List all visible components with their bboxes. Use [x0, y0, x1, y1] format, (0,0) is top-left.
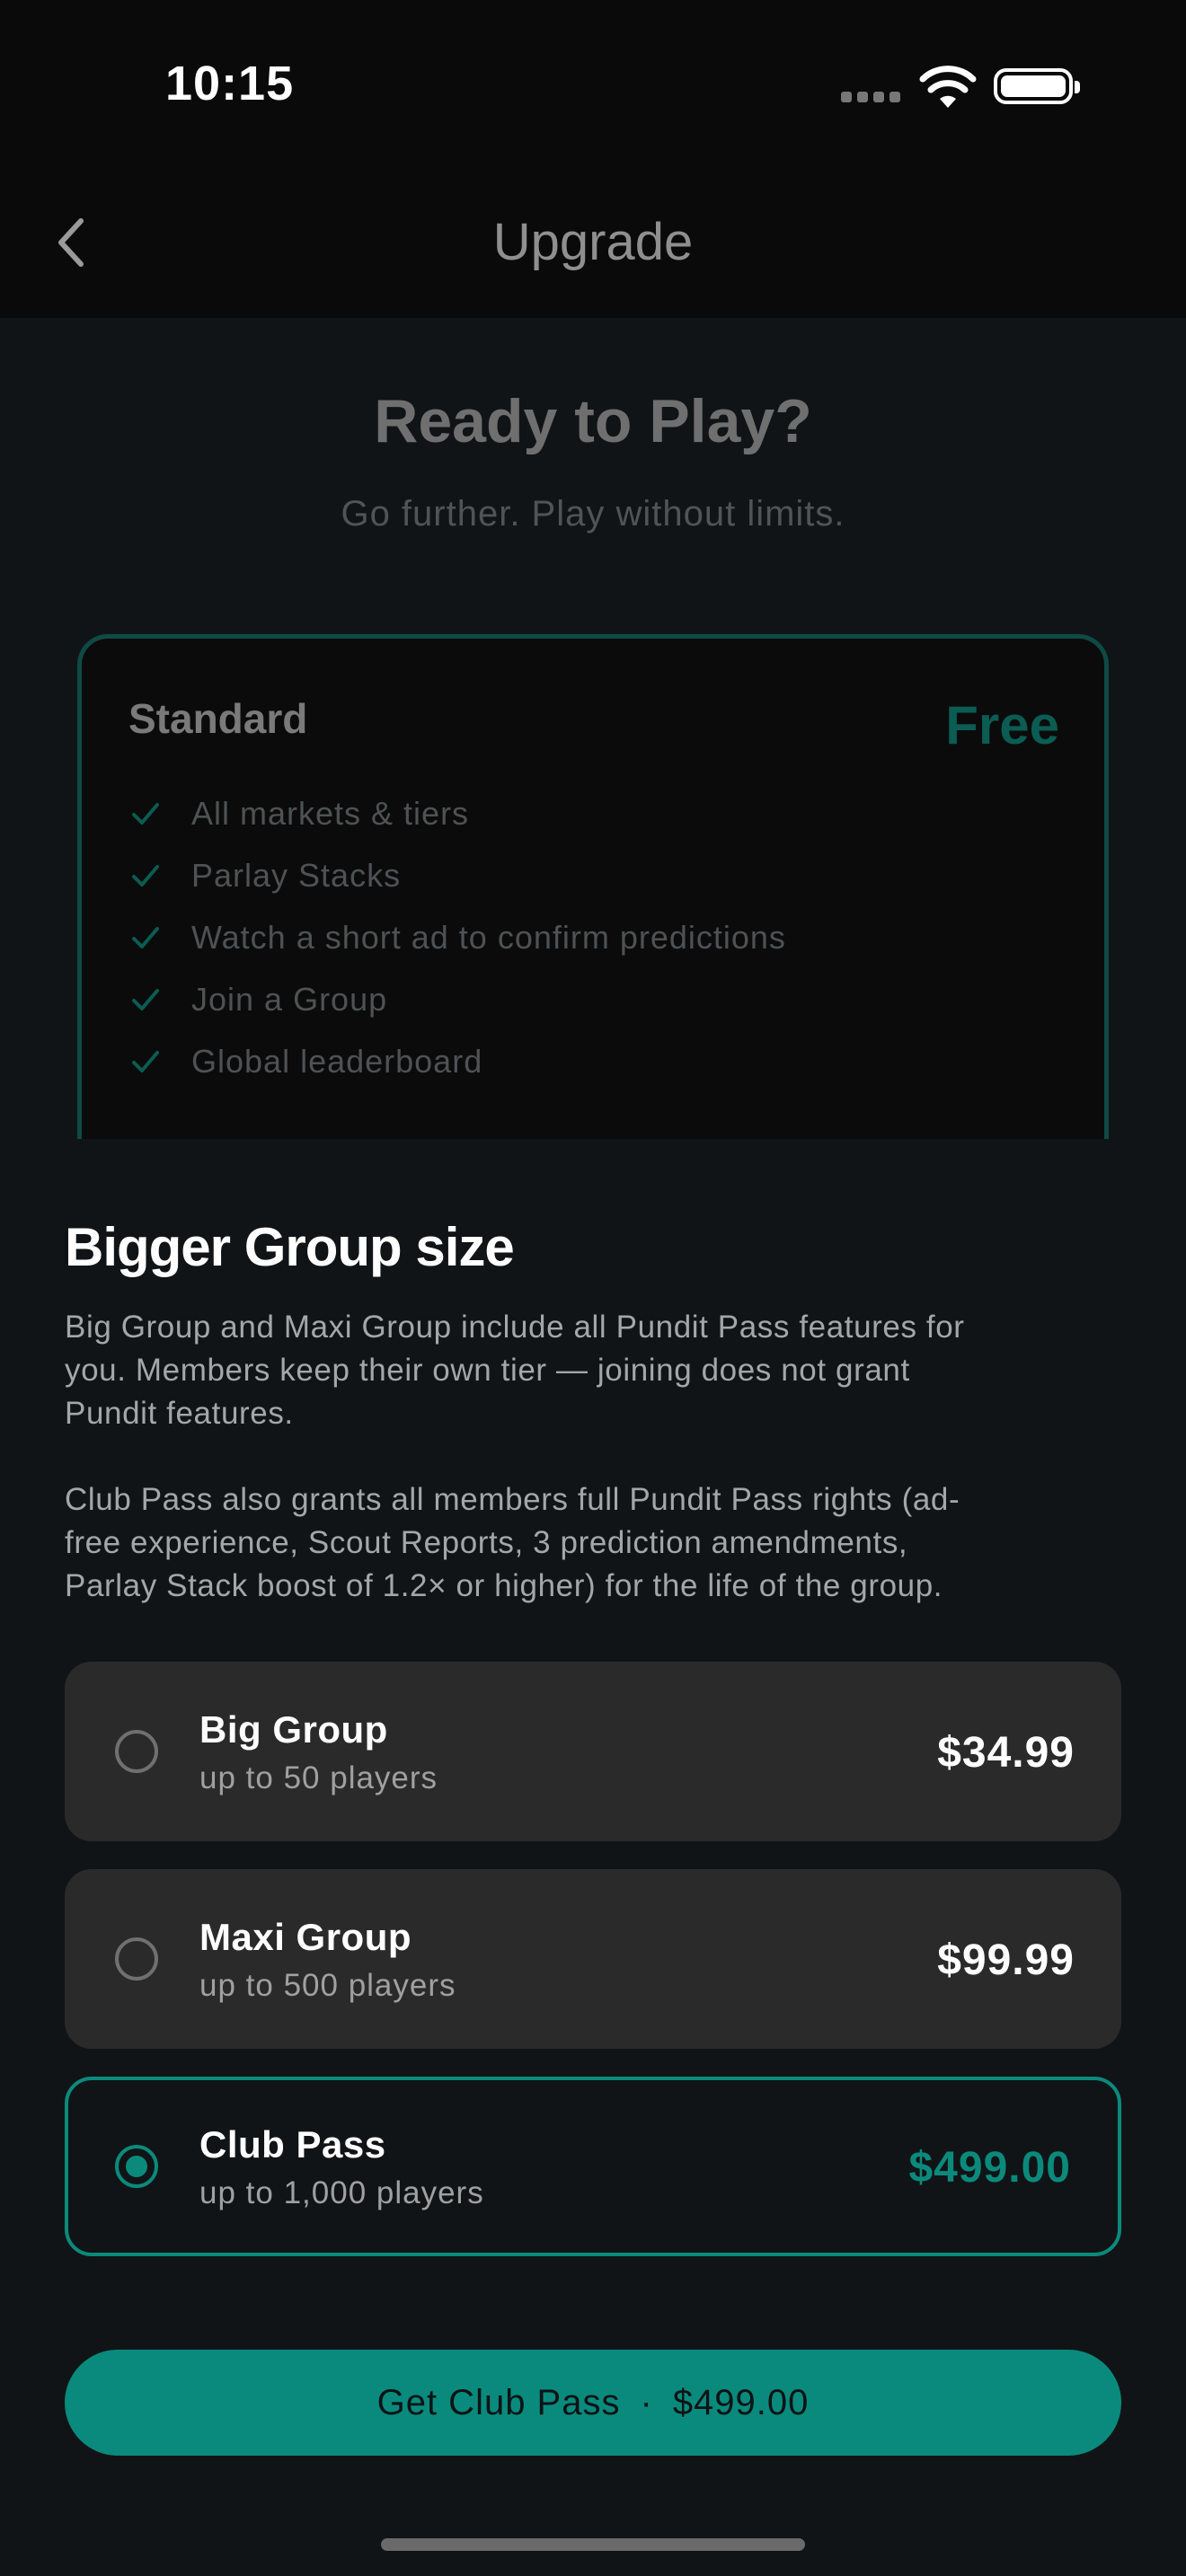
feature-label: Global leaderboard: [191, 1043, 483, 1080]
description-line: Parlay Stack boost of 1.2× or higher) fo…: [65, 1568, 943, 1603]
plan-name: Standard: [128, 695, 308, 742]
description-line: you. Members keep their own tier — joini…: [65, 1353, 910, 1388]
feature-label: Parlay Stacks: [191, 857, 402, 894]
check-icon: [132, 803, 159, 825]
feature-item: Parlay Stacks: [130, 857, 401, 895]
feature-item: Global leaderboard: [130, 1043, 482, 1081]
feature-item: All markets & tiers: [130, 795, 469, 833]
option-name: Club Pass: [199, 2123, 386, 2166]
option-price: $99.99: [937, 1936, 1075, 1984]
status-time: 10:15: [165, 57, 295, 110]
cellular-signal-icon: [841, 92, 900, 102]
club-pass-description: Club Pass also grants all members full P…: [65, 1478, 1125, 1608]
get-club-pass-button[interactable]: Get Club Pass · $499.00: [65, 2350, 1121, 2456]
option-price: $34.99: [937, 1729, 1075, 1777]
cta-price: $499.00: [672, 2382, 810, 2422]
option-subtitle: up to 500 players: [199, 1968, 456, 2003]
option-big-group[interactable]: Big Group up to 50 players $34.99: [65, 1662, 1121, 1841]
option-name: Big Group: [199, 1708, 388, 1751]
page-title: Upgrade: [492, 213, 694, 271]
group-description: Big Group and Maxi Group include all Pun…: [65, 1306, 1125, 1435]
hero-title: Ready to Play?: [374, 387, 812, 455]
description-line: free experience, Scout Reports, 3 predic…: [65, 1525, 908, 1560]
section-title: Bigger Group size: [65, 1217, 515, 1277]
check-icon: [132, 865, 159, 887]
feature-item: Watch a short ad to confirm predictions: [130, 919, 786, 957]
option-name: Maxi Group: [199, 1916, 412, 1958]
standard-plan-card: Standard Free All markets & tiers Parlay…: [77, 634, 1109, 1139]
cta-separator: ·: [640, 2382, 653, 2422]
battery-icon: [994, 68, 1080, 104]
feature-label: All markets & tiers: [191, 795, 470, 832]
radio-button[interactable]: [115, 1937, 158, 1981]
option-price: $499.00: [908, 2144, 1071, 2192]
top-bar: 10:15 Upgrade: [0, 0, 1186, 318]
radio-button[interactable]: [115, 1730, 158, 1773]
plan-price: Free: [945, 695, 1059, 755]
description-line: Club Pass also grants all members full P…: [65, 1482, 960, 1517]
option-subtitle: up to 1,000 players: [199, 2175, 484, 2210]
home-indicator[interactable]: [381, 2538, 805, 2551]
option-subtitle: up to 50 players: [199, 1760, 438, 1795]
option-maxi-group[interactable]: Maxi Group up to 500 players $99.99: [65, 1869, 1121, 2049]
feature-label: Watch a short ad to confirm predictions: [191, 919, 786, 956]
feature-label: Join a Group: [191, 981, 388, 1018]
check-icon: [132, 927, 159, 948]
radio-button-selected[interactable]: [115, 2145, 158, 2188]
hero-subtitle: Go further. Play without limits.: [341, 494, 845, 534]
feature-item: Join a Group: [130, 981, 387, 1019]
check-icon: [132, 1051, 159, 1072]
wifi-icon: [919, 66, 977, 108]
description-line: Big Group and Maxi Group include all Pun…: [65, 1310, 965, 1345]
option-club-pass[interactable]: Club Pass up to 1,000 players $499.00: [65, 2077, 1121, 2256]
cta-label: Get Club Pass: [376, 2382, 621, 2422]
description-line: Pundit features.: [65, 1396, 294, 1431]
check-icon: [132, 989, 159, 1010]
